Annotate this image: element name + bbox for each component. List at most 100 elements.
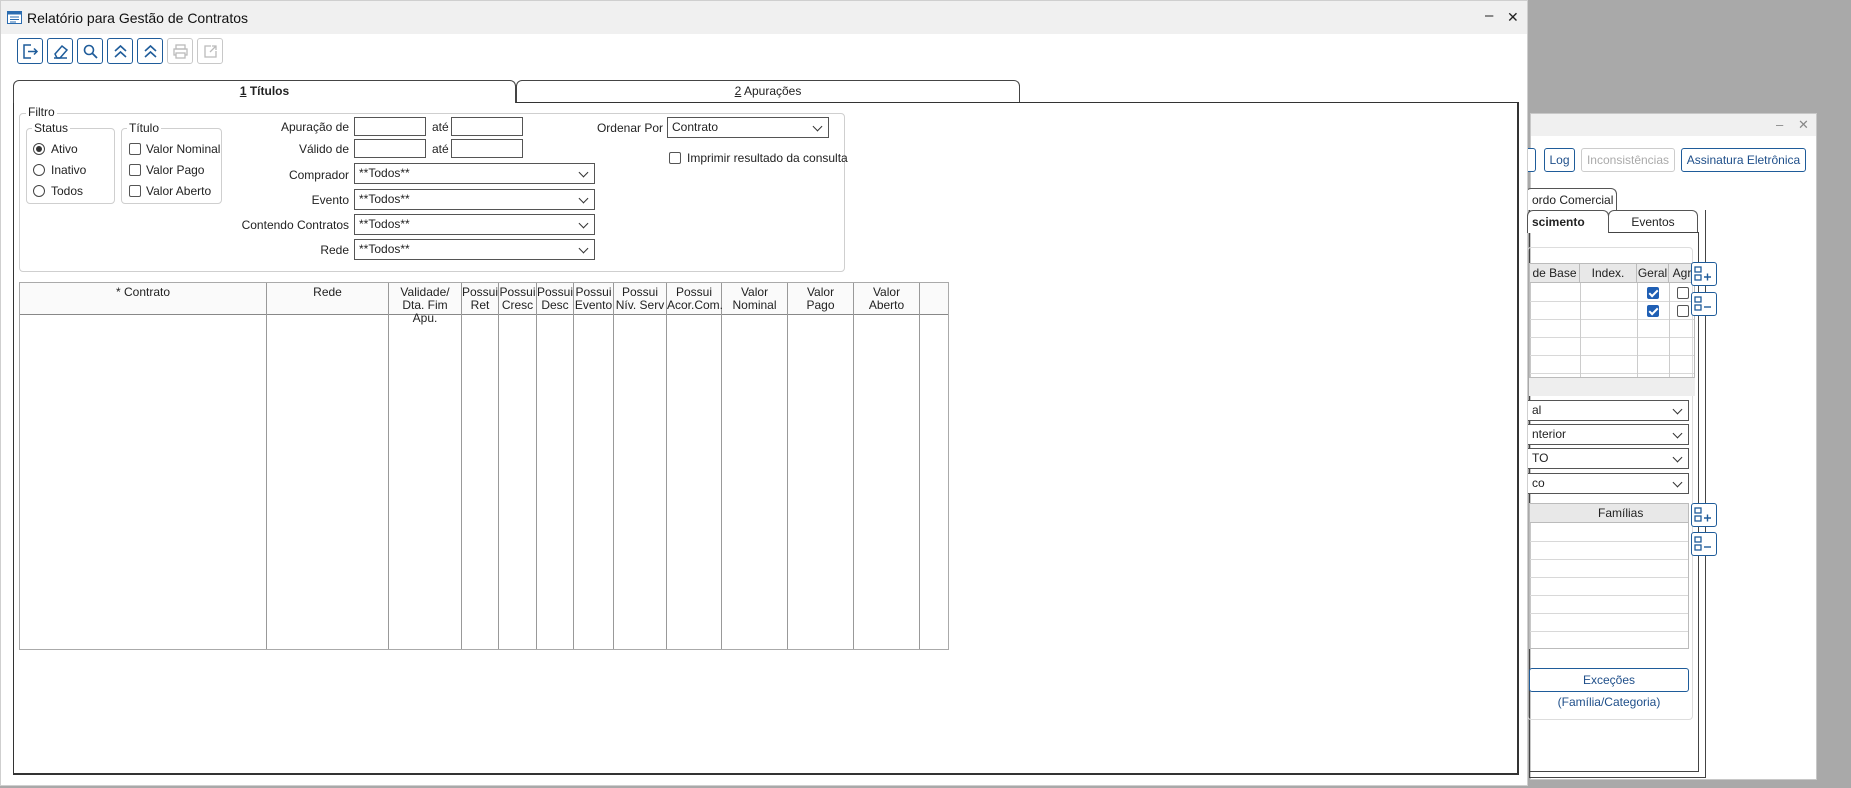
table-row[interactable] — [1530, 559, 1688, 578]
select-2[interactable]: nterior — [1527, 424, 1689, 445]
valor-pago-label: Valor Pago — [146, 163, 205, 177]
close-icon[interactable]: ✕ — [1507, 10, 1519, 24]
column-header[interactable]: Possui Desc — [537, 283, 573, 315]
filter-label: Filtro — [26, 105, 57, 119]
column-header[interactable]: Validade/Dta. Fim Apu. — [389, 283, 461, 325]
valido-ate-input[interactable] — [451, 139, 523, 158]
evento-label: Evento — [311, 193, 349, 207]
select-1[interactable]: al — [1527, 400, 1689, 421]
remove-familia-icon[interactable] — [1691, 532, 1717, 556]
tab-acordo-comercial[interactable]: ordo Comercial — [1525, 188, 1617, 210]
agr-checkbox[interactable] — [1677, 305, 1689, 317]
app-icon — [7, 11, 22, 27]
tab-titulos[interactable]: 1 Títulos — [13, 80, 516, 103]
results-grid: * Contrato Rede Validade/Dta. Fim Apu. P… — [19, 282, 949, 650]
background-titlebar: – ✕ — [1531, 114, 1816, 136]
comprador-select[interactable]: **Todos** — [354, 163, 595, 184]
column-header[interactable]: Possui Cresc — [499, 283, 536, 315]
rede-select[interactable]: **Todos** — [354, 239, 595, 260]
valido-de-input[interactable] — [354, 139, 426, 158]
radio-ativo-label: Ativo — [51, 142, 78, 156]
radio-todos[interactable] — [33, 185, 45, 197]
col-valor-pago: Valor Pago — [788, 283, 854, 649]
column-header[interactable]: Valor Nominal — [722, 283, 787, 315]
excecoes-button[interactable]: Exceções (Família/Categoria) — [1529, 668, 1689, 709]
exit-button[interactable] — [17, 38, 43, 64]
column-header[interactable]: Rede — [267, 283, 388, 315]
expand-up-icon — [144, 44, 157, 58]
radio-inativo[interactable] — [33, 164, 45, 176]
familias-grid: Famílias — [1529, 503, 1689, 649]
agr-checkbox[interactable] — [1677, 287, 1689, 299]
radio-ativo[interactable] — [33, 143, 45, 155]
select-3[interactable]: TO — [1527, 448, 1689, 469]
col-possui-cresc: Possui Cresc — [499, 283, 537, 649]
select-4[interactable]: co — [1527, 473, 1689, 494]
column-header[interactable] — [920, 283, 948, 315]
index-header: Index. — [1580, 264, 1637, 283]
close-icon[interactable]: ✕ — [1798, 118, 1809, 132]
column-header[interactable]: Valor Pago — [788, 283, 853, 315]
apuracao-ate-input[interactable] — [451, 117, 523, 136]
familias-header: Famílias — [1530, 504, 1688, 523]
clear-button[interactable] — [47, 38, 73, 64]
table-row[interactable] — [1530, 595, 1688, 614]
collapse-up-icon — [114, 44, 127, 58]
col-contrato: * Contrato — [20, 283, 267, 649]
base-grid: de Base Index. Geral Agr — [1529, 263, 1695, 378]
col-rede: Rede — [267, 283, 389, 649]
base-header: de Base — [1530, 264, 1580, 283]
add-row-icon[interactable] — [1691, 262, 1717, 286]
comprador-label: Comprador — [288, 168, 349, 182]
col-valor-nominal: Valor Nominal — [722, 283, 788, 649]
apuracao-de-input[interactable] — [354, 117, 426, 136]
table-row[interactable] — [1530, 631, 1688, 648]
valor-pago-checkbox[interactable] — [129, 164, 141, 176]
rede-label: Rede — [320, 243, 349, 257]
search-icon — [83, 44, 98, 59]
table-row[interactable] — [1530, 577, 1688, 596]
main-window: Relatório para Gestão de Contratos – ✕ 1… — [0, 0, 1528, 786]
column-header[interactable]: Possui Nív. Serv — [614, 283, 666, 315]
column-header[interactable]: Valor Aberto — [854, 283, 919, 315]
col-possui-ret: Possui Ret — [462, 283, 499, 649]
column-header[interactable]: * Contrato — [20, 283, 266, 315]
search-button[interactable] — [77, 38, 103, 64]
col-possui-evento: Possui Evento — [574, 283, 614, 649]
table-row[interactable] — [1530, 541, 1688, 560]
geral-checkbox[interactable] — [1647, 305, 1659, 317]
column-header[interactable]: Possui Ret — [462, 283, 498, 315]
col-possui-niv-serv: Possui Nív. Serv — [614, 283, 667, 649]
tab-eventos[interactable]: Eventos — [1608, 210, 1698, 232]
column-header[interactable]: Possui Evento — [574, 283, 613, 315]
print-icon — [173, 44, 188, 59]
ordenar-por-select[interactable]: Contrato — [667, 117, 829, 138]
remove-row-icon[interactable] — [1691, 292, 1717, 316]
valido-ate-label: até — [432, 142, 449, 156]
exit-icon — [23, 44, 39, 59]
log-button[interactable]: Log — [1544, 148, 1575, 172]
tab-apuracoes[interactable]: 2 Apurações — [516, 80, 1020, 102]
tab-nascimento[interactable]: scimento — [1527, 210, 1609, 233]
assinatura-eletronica-button[interactable]: Assinatura Eletrônica — [1681, 148, 1806, 172]
table-row[interactable] — [1530, 613, 1688, 632]
add-familia-icon[interactable] — [1691, 503, 1717, 527]
collapse-button[interactable] — [107, 38, 133, 64]
print-button[interactable] — [167, 38, 193, 64]
geral-checkbox[interactable] — [1647, 287, 1659, 299]
minimize-icon[interactable]: – — [1776, 118, 1783, 132]
export-button[interactable] — [197, 38, 223, 64]
table-row[interactable] — [1530, 523, 1688, 542]
geral-header: Geral — [1637, 264, 1669, 283]
column-header[interactable]: Possui Acor.Com. — [667, 283, 723, 315]
eraser-icon — [54, 44, 69, 59]
valor-nominal-checkbox[interactable] — [129, 143, 141, 155]
valor-aberto-checkbox[interactable] — [129, 185, 141, 197]
imprimir-checkbox[interactable] — [669, 152, 681, 164]
inconsistencias-button[interactable]: Inconsistências — [1581, 148, 1675, 172]
minimize-icon[interactable]: – — [1485, 8, 1493, 23]
evento-select[interactable]: **Todos** — [354, 189, 595, 210]
expand-button[interactable] — [137, 38, 163, 64]
col-extra — [920, 283, 948, 649]
contendo-contratos-select[interactable]: **Todos** — [354, 214, 595, 235]
